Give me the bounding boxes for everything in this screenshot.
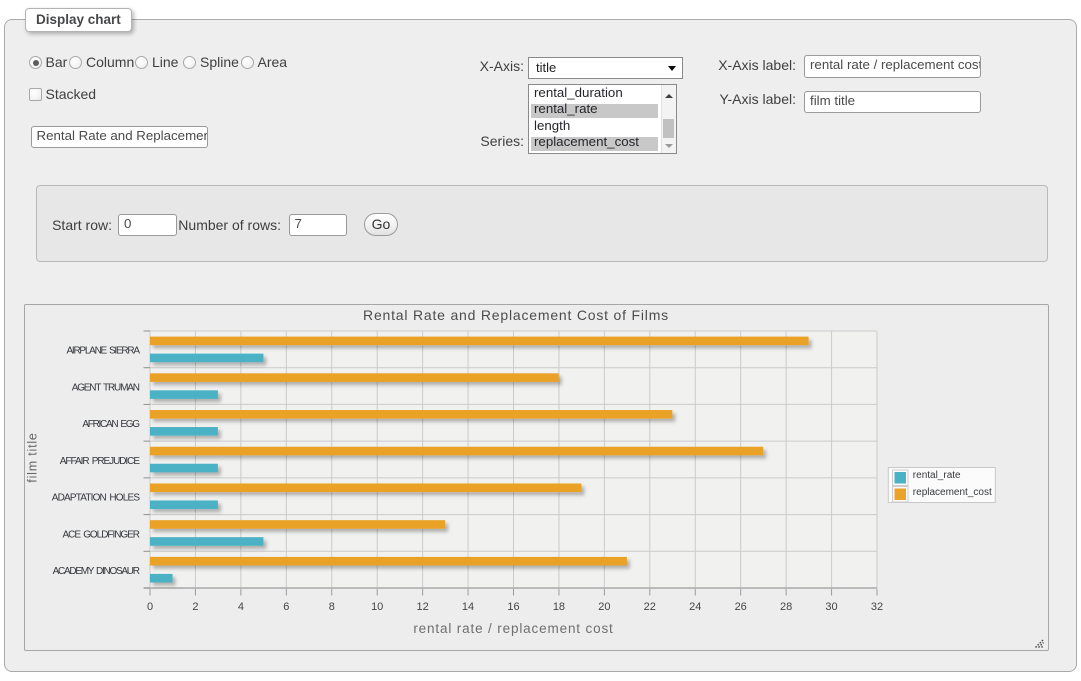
- svg-text:8: 8: [329, 601, 335, 613]
- svg-text:film title: film title: [26, 432, 40, 482]
- svg-text:ACE GOLDFINGER: ACE GOLDFINGER: [63, 529, 141, 540]
- svg-text:20: 20: [598, 601, 610, 613]
- svg-text:2: 2: [192, 601, 198, 613]
- svg-text:32: 32: [871, 601, 883, 613]
- svg-text:replacement_cost: replacement_cost: [913, 487, 992, 498]
- svg-text:22: 22: [644, 601, 656, 613]
- svg-text:16: 16: [507, 601, 519, 613]
- svg-text:10: 10: [371, 601, 383, 613]
- svg-text:14: 14: [462, 601, 474, 613]
- svg-text:AFRICAN EGG: AFRICAN EGG: [82, 419, 140, 430]
- svg-text:28: 28: [780, 601, 792, 613]
- svg-text:6: 6: [283, 601, 289, 613]
- svg-text:0: 0: [147, 601, 153, 613]
- svg-text:26: 26: [735, 601, 747, 613]
- svg-text:4: 4: [238, 601, 244, 613]
- svg-text:ADAPTATION HOLES: ADAPTATION HOLES: [52, 493, 141, 504]
- svg-text:30: 30: [825, 601, 837, 613]
- svg-text:AFFAIR PREJUDICE: AFFAIR PREJUDICE: [60, 456, 141, 467]
- svg-text:rental_rate: rental_rate: [913, 470, 961, 481]
- svg-text:18: 18: [553, 601, 565, 613]
- svg-text:Rental Rate and Replacement Co: Rental Rate and Replacement Cost of Film…: [363, 307, 669, 323]
- svg-text:12: 12: [417, 601, 429, 613]
- svg-text:rental rate / replacement cost: rental rate / replacement cost: [413, 621, 613, 636]
- svg-text:ACADEMY DINOSAUR: ACADEMY DINOSAUR: [53, 566, 140, 577]
- svg-text:AIRPLANE SIERRA: AIRPLANE SIERRA: [67, 346, 141, 357]
- svg-text:AGENT TRUMAN: AGENT TRUMAN: [72, 382, 140, 393]
- svg-text:24: 24: [689, 601, 701, 613]
